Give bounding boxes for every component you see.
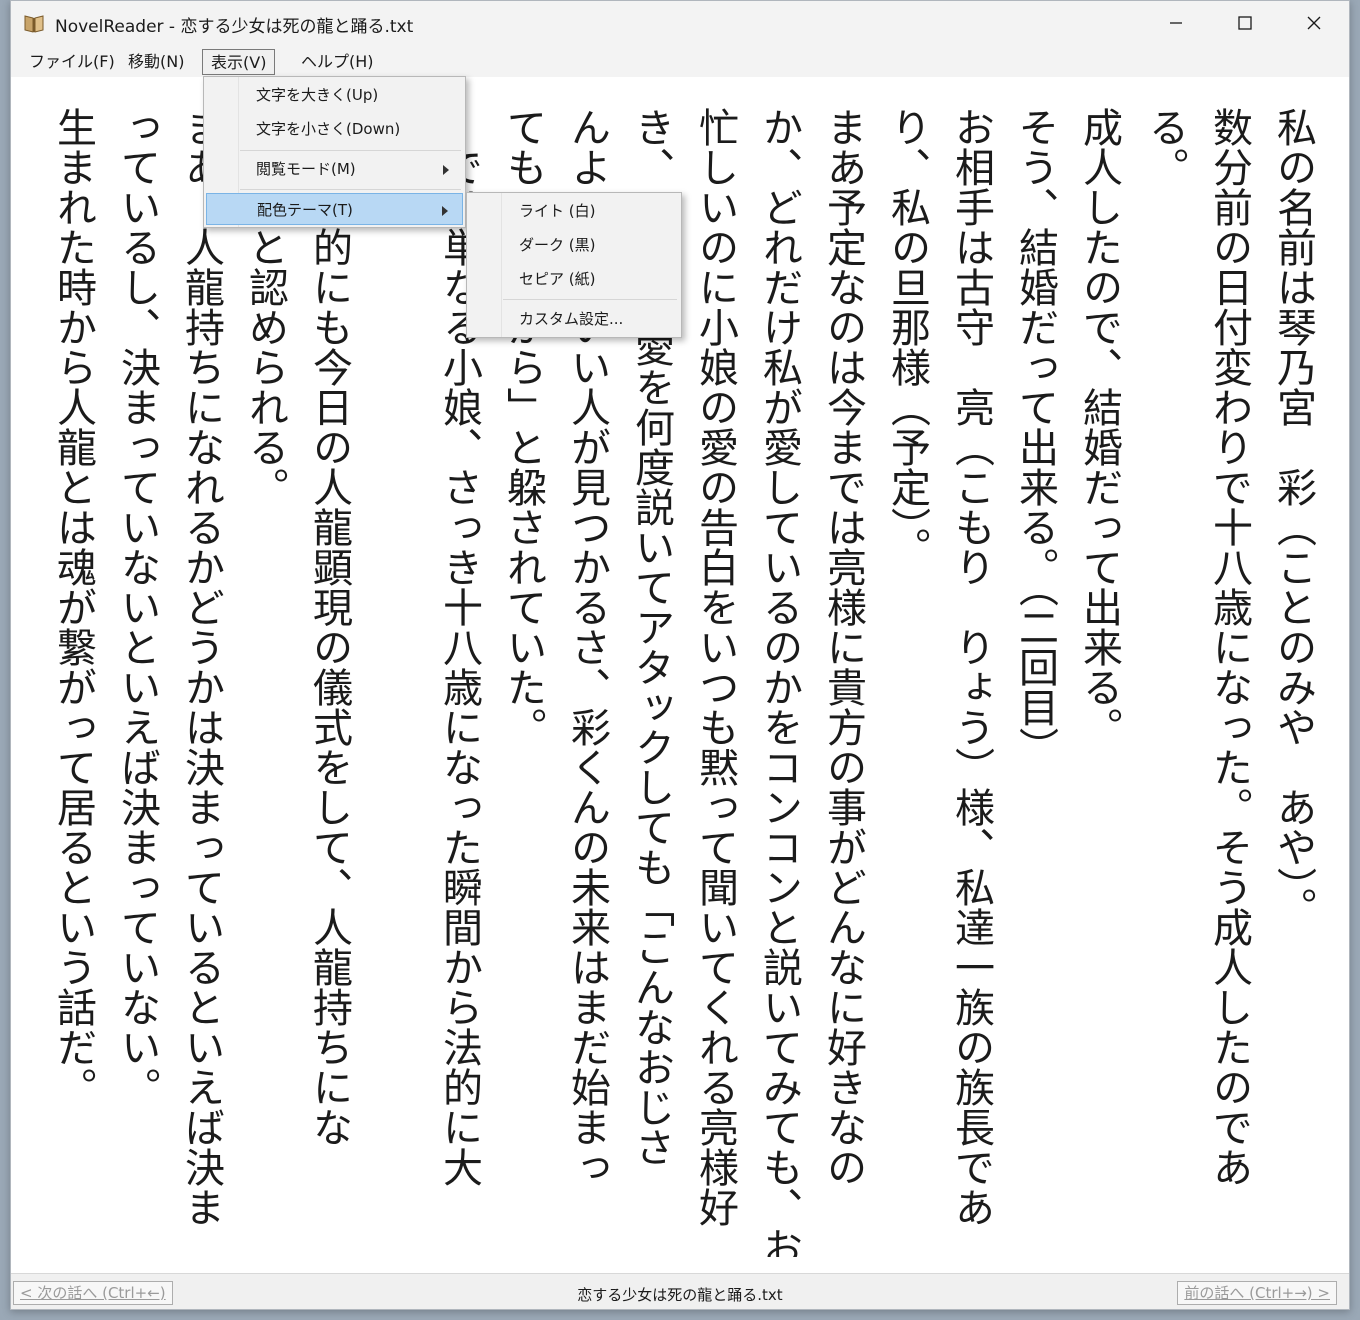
menu-item-theme-sepia[interactable]: セピア (紙) [469, 263, 679, 295]
text-column: り、私の旦那様（予定）。 [884, 107, 930, 567]
text-column: 生まれた時から人龍とは魂が繋がって居るという話だ。 [50, 107, 96, 1107]
text-column: そう、結婚だって出来る。（二回目） [1012, 107, 1058, 767]
menu-item-view-mode[interactable]: 閲覧モード(M) [206, 153, 463, 185]
status-file-title: 恋する少女は死の龍と踊る.txt [577, 1286, 783, 1304]
text-column: る。 [1142, 107, 1188, 187]
next-episode-button[interactable]: 前の話へ (Ctrl+→) > [1177, 1281, 1337, 1305]
text-column: 成人したので、結婚だって出来る。 [1076, 107, 1122, 747]
menu-item-color-theme-label: 配色テーマ(T) [257, 201, 353, 219]
window-title: NovelReader - 恋する少女は死の龍と踊る.txt [55, 17, 414, 37]
menu-bar: ファイル(F) 移動(N) 表示(V) ヘルプ(H) [11, 45, 1349, 77]
text-column: て一族的にも今日の人龍顕現の儀式をして、人龍持ちにな [306, 107, 352, 1147]
menu-item-theme-light[interactable]: ライト (白) [469, 195, 679, 227]
text-column: 忙しいのに小娘の愛の告白をいつも黙って聞いてくれる亮様好 [692, 107, 738, 1227]
menu-item-larger-text[interactable]: 文字を大きく(Up) [206, 79, 463, 111]
minimize-button[interactable] [1141, 1, 1211, 45]
menu-view[interactable]: 表示(V) [202, 49, 276, 75]
text-column: まあ、人龍持ちになれるかどうかは決まっているといえば決ま [178, 107, 224, 1227]
menu-item-theme-custom[interactable]: カスタム設定... [469, 303, 679, 335]
text-column: お相手は古守 亮（こもり りょう）様、私達一族の族長であ [948, 107, 994, 1227]
close-icon [1307, 16, 1321, 30]
close-button[interactable] [1279, 1, 1349, 45]
text-column: か、どれだけ私が愛しているのかをコンコンと説いてみても、お [756, 107, 802, 1257]
submenu-arrow-icon [442, 206, 448, 216]
view-menu-dropdown: 文字を大きく(Up) 文字を小さく(Down) 閲覧モード(M) 配色テーマ(T… [203, 76, 466, 228]
menu-item-view-mode-label: 閲覧モード(M) [256, 160, 356, 178]
maximize-button[interactable] [1210, 1, 1280, 45]
menu-item-color-theme[interactable]: 配色テーマ(T) [206, 193, 463, 225]
app-window: NovelReader - 恋する少女は死の龍と踊る.txt ファイル(F) 移… [10, 0, 1350, 1310]
menu-separator [503, 299, 677, 300]
menu-navigate[interactable]: 移動(N) [120, 49, 192, 75]
text-column: っているし、決まっていないといえば決まっていない。 [114, 107, 160, 1107]
submenu-arrow-icon [443, 165, 449, 175]
book-icon [23, 12, 45, 34]
minimize-icon [1170, 22, 1182, 24]
menu-item-theme-dark[interactable]: ダーク (黒) [469, 229, 679, 261]
text-column: 数分前の日付変わりで十八歳になった。そう成人したのであ [1206, 107, 1252, 1187]
text-column: 一人前と認められる。 [242, 107, 288, 507]
maximize-icon [1238, 16, 1252, 30]
menu-help[interactable]: ヘルプ(H) [293, 49, 382, 75]
title-bar[interactable]: NovelReader - 恋する少女は死の龍と踊る.txt [11, 1, 1349, 45]
text-column: 私の名前は琴乃宮 彩（ことのみや あや）。 [1270, 107, 1316, 927]
menu-file[interactable]: ファイル(F) [21, 49, 123, 75]
menu-separator [240, 150, 461, 151]
text-column: まあ予定なのは今までは亮様に貴方の事がどんなに好きなの [820, 107, 866, 1187]
theme-submenu: ライト (白) ダーク (黒) セピア (紙) カスタム設定... [466, 192, 682, 338]
status-bar: < 次の話へ (Ctrl+←) 恋する少女は死の龍と踊る.txt 前の話へ (C… [11, 1273, 1349, 1309]
menu-item-smaller-text[interactable]: 文字を小さく(Down) [206, 113, 463, 145]
menu-separator [240, 189, 461, 190]
